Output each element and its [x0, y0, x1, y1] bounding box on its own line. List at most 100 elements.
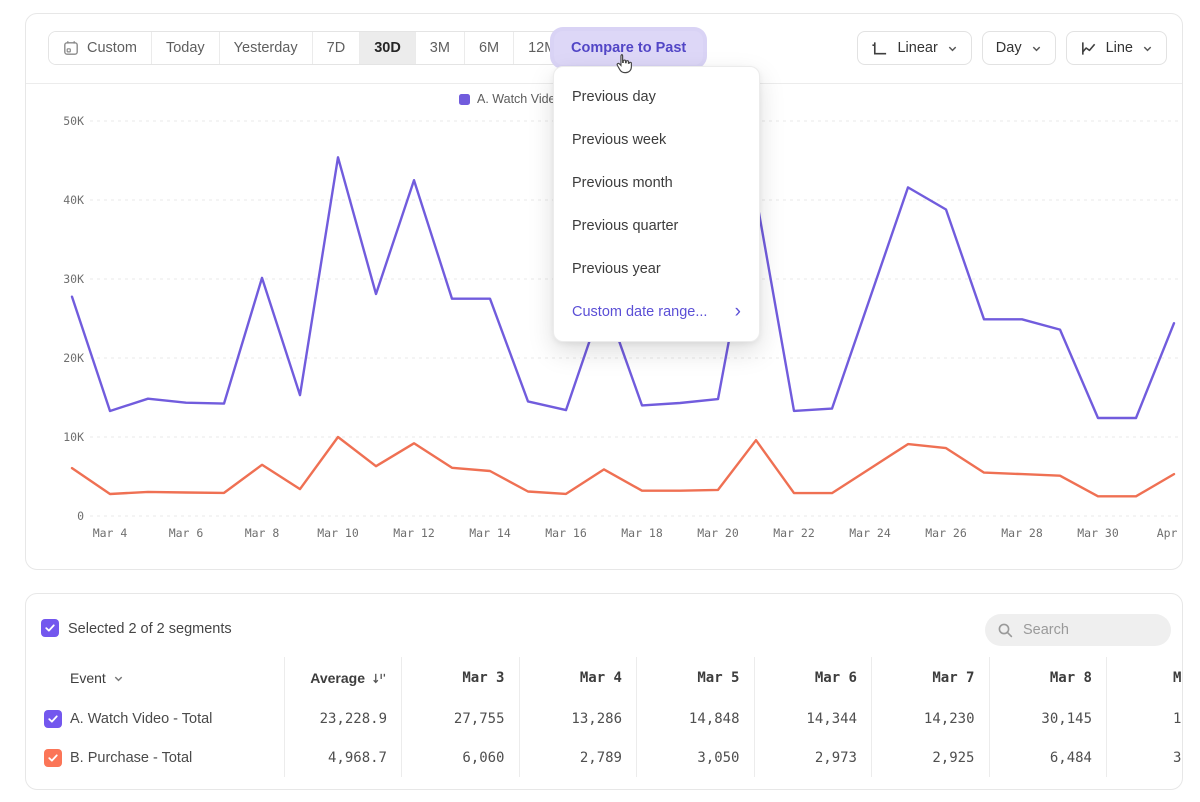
chevron-down-icon — [113, 673, 124, 684]
y-tick-label: 0 — [77, 509, 84, 523]
calendar-icon — [63, 40, 79, 56]
value-cell: 15, — [1107, 699, 1183, 738]
x-tick-label: Mar 4 — [93, 526, 128, 540]
segment-checkbox[interactable] — [44, 749, 62, 767]
y-tick-label: 10K — [63, 430, 84, 444]
search-icon — [997, 622, 1014, 639]
menu-item-previous-quarter[interactable]: Previous quarter — [554, 204, 759, 247]
date-column-header[interactable]: Mar 3 — [402, 657, 520, 699]
value-cell: 27,755 — [402, 699, 520, 738]
chevron-down-icon — [1142, 43, 1153, 54]
legend-item[interactable]: A. Watch Video — [459, 92, 562, 106]
range-button-label: 6M — [479, 40, 499, 56]
range-button-7d[interactable]: 7D — [312, 32, 360, 64]
event-header-label: Event — [70, 670, 106, 686]
segments-table: Event Average Mar 3Mar 4Mar 5Mar 6Mar 7Mar… — [26, 657, 1183, 777]
chart-type-dropdown[interactable]: Line — [1066, 31, 1167, 65]
check-icon — [47, 713, 59, 725]
average-header-label: Average — [310, 670, 365, 686]
chevron-right-icon: › — [735, 302, 741, 321]
range-button-label: 30D — [374, 40, 401, 56]
average-value-cell: 23,228.9 — [285, 699, 402, 738]
x-tick-label: Mar 30 — [1077, 526, 1119, 540]
range-button-label: 7D — [327, 40, 346, 56]
series-line[interactable] — [72, 437, 1174, 496]
x-tick-label: Mar 6 — [169, 526, 204, 540]
search-box[interactable] — [985, 614, 1171, 646]
interval-dropdown-label: Day — [996, 40, 1022, 56]
value-cell: 14,848 — [637, 699, 755, 738]
date-column-header[interactable]: M — [1107, 657, 1183, 699]
x-tick-label: Mar 22 — [773, 526, 815, 540]
range-button-label: 3M — [430, 40, 450, 56]
menu-item-previous-month[interactable]: Previous month — [554, 161, 759, 204]
chart-type-dropdown-label: Line — [1106, 40, 1133, 56]
value-cell: 6,484 — [990, 738, 1108, 777]
chevron-down-icon — [947, 43, 958, 54]
value-cell: 2,925 — [872, 738, 990, 777]
sort-descending-icon — [372, 671, 387, 686]
range-button-label: Yesterday — [234, 40, 298, 56]
average-value-cell: 4,968.7 — [285, 738, 402, 777]
x-tick-label: Mar 16 — [545, 526, 587, 540]
x-tick-label: Mar 8 — [245, 526, 280, 540]
y-tick-label: 40K — [63, 193, 84, 207]
check-icon — [44, 622, 56, 634]
segment-checkbox[interactable] — [44, 710, 62, 728]
x-tick-label: Mar 18 — [621, 526, 663, 540]
segments-table-card: Selected 2 of 2 segments Event Average Mar… — [25, 593, 1183, 790]
date-column-header[interactable]: Mar 5 — [637, 657, 755, 699]
menu-item-label: Custom date range... — [572, 304, 707, 320]
table-row-event-cell: A. Watch Video - Total — [26, 699, 285, 738]
value-cell: 2,789 — [520, 738, 638, 777]
linear-axes-icon — [871, 40, 888, 57]
compare-to-past-menu: Previous dayPrevious weekPrevious monthP… — [553, 66, 760, 342]
interval-dropdown[interactable]: Day — [982, 31, 1056, 65]
range-button-3m[interactable]: 3M — [415, 32, 464, 64]
date-column-header[interactable]: Mar 6 — [755, 657, 873, 699]
x-tick-label: Apr 1 — [1157, 526, 1182, 540]
range-button-label: Today — [166, 40, 205, 56]
range-button-label: 12M — [528, 40, 556, 56]
value-cell: 6,060 — [402, 738, 520, 777]
menu-item-previous-year[interactable]: Previous year — [554, 247, 759, 290]
range-button-30d[interactable]: 30D — [359, 32, 415, 64]
segment-name: A. Watch Video - Total — [70, 711, 212, 727]
x-tick-label: Mar 24 — [849, 526, 891, 540]
menu-item-previous-day[interactable]: Previous day — [554, 75, 759, 118]
value-cell: 3,050 — [637, 738, 755, 777]
date-column-header[interactable]: Mar 8 — [990, 657, 1108, 699]
select-all-checkbox[interactable] — [41, 619, 59, 637]
range-button-today[interactable]: Today — [151, 32, 219, 64]
value-cell: 30,145 — [990, 699, 1108, 738]
chevron-down-icon — [1031, 43, 1042, 54]
date-column-header[interactable]: Mar 7 — [872, 657, 990, 699]
range-button-label: Custom — [87, 40, 137, 56]
average-column-header[interactable]: Average — [285, 657, 402, 699]
date-range-group: Custom Today Yesterday 7D 30D 3M 6M 12M — [48, 31, 571, 65]
range-button-6m[interactable]: 6M — [464, 32, 513, 64]
value-cell: 13,286 — [520, 699, 638, 738]
menu-item-custom-date-range[interactable]: Custom date range... › — [554, 290, 759, 333]
date-column-header[interactable]: Mar 4 — [520, 657, 638, 699]
range-button-yesterday[interactable]: Yesterday — [219, 32, 312, 64]
segment-name: B. Purchase - Total — [70, 750, 192, 766]
legend-label: A. Watch Video — [477, 92, 562, 106]
menu-item-previous-week[interactable]: Previous week — [554, 118, 759, 161]
x-tick-label: Mar 14 — [469, 526, 511, 540]
x-tick-label: Mar 10 — [317, 526, 359, 540]
legend-swatch — [459, 94, 470, 105]
y-tick-label: 30K — [63, 272, 84, 286]
value-cell: 2,973 — [755, 738, 873, 777]
x-tick-label: Mar 20 — [697, 526, 739, 540]
segments-selected-label: Selected 2 of 2 segments — [68, 621, 232, 637]
check-icon — [47, 752, 59, 764]
value-cell: 14,230 — [872, 699, 990, 738]
value-cell: 3, — [1107, 738, 1183, 777]
search-input[interactable] — [1023, 622, 1153, 638]
compare-to-past-button[interactable]: Compare to Past — [554, 31, 703, 65]
table-row-event-cell: B. Purchase - Total — [26, 738, 285, 777]
range-button-custom[interactable]: Custom — [49, 32, 151, 64]
event-column-header[interactable]: Event — [26, 657, 285, 699]
scale-dropdown[interactable]: Linear — [857, 31, 971, 65]
